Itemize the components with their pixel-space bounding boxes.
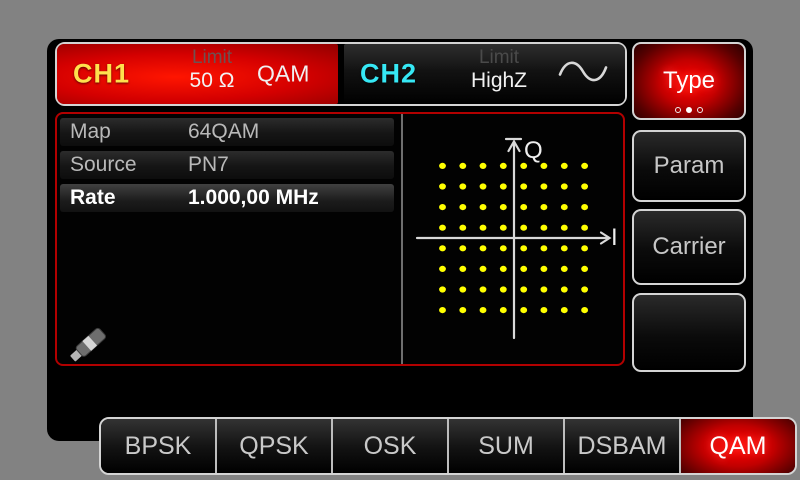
param-label: Map <box>60 120 188 144</box>
tab-bpsk[interactable]: BPSK <box>101 419 215 473</box>
page-indicator <box>634 107 744 113</box>
ch1-limit-value: 50 Ω <box>153 69 271 93</box>
i-axis-label: I <box>611 224 618 251</box>
param-value: PN7 <box>188 153 394 177</box>
page-indicator-dot <box>675 107 681 113</box>
softkey-param[interactable]: Param <box>632 130 746 202</box>
tab-label: DSBAM <box>578 432 667 461</box>
ch2-status[interactable]: CH2 Limit HighZ <box>344 44 625 104</box>
tab-qpsk[interactable]: QPSK <box>215 419 331 473</box>
ch1-limit-block: Limit 50 Ω <box>153 47 271 93</box>
ch2-limit-label: Limit <box>440 47 558 69</box>
param-value: 1.000,00 MHz <box>188 186 394 210</box>
modulation-panel: Map 64QAM Source PN7 Rate 1.000,00 MHz <box>55 112 625 366</box>
ch2-limit-value: HighZ <box>440 69 558 93</box>
tab-label: QAM <box>710 432 767 461</box>
panel-divider <box>401 114 403 364</box>
softkey-label: Param <box>654 152 725 180</box>
constellation-plot: Q I <box>405 114 625 364</box>
tab-label: SUM <box>478 432 534 461</box>
softkey-label: Type <box>663 67 715 95</box>
parameter-list: Map 64QAM Source PN7 Rate 1.000,00 MHz <box>60 118 394 217</box>
tab-label: QPSK <box>239 432 308 461</box>
softkey-type[interactable]: Type <box>632 42 746 120</box>
tab-qam[interactable]: QAM <box>679 419 795 473</box>
tab-osk[interactable]: OSK <box>331 419 447 473</box>
param-row-rate[interactable]: Rate 1.000,00 MHz <box>60 184 394 212</box>
ch1-status[interactable]: CH1 Limit 50 Ω QAM <box>57 44 338 104</box>
modulation-tab-bar: BPSK QPSK OSK SUM DSBAM QAM <box>99 417 797 475</box>
softkey-blank[interactable] <box>632 293 746 372</box>
param-row-map[interactable]: Map 64QAM <box>60 118 394 146</box>
ch1-limit-label: Limit <box>153 47 271 69</box>
q-axis-label: Q <box>524 137 543 164</box>
param-value: 64QAM <box>188 120 394 144</box>
softkey-label: Carrier <box>652 233 725 261</box>
iq-axes <box>417 139 610 338</box>
page-indicator-dot <box>697 107 703 113</box>
ch2-limit-block: Limit HighZ <box>440 47 558 93</box>
param-label: Source <box>60 153 188 177</box>
channel-status-bar: CH1 Limit 50 Ω QAM CH2 Limit HighZ <box>55 42 627 106</box>
tab-label: OSK <box>364 432 417 461</box>
tab-dsbam[interactable]: DSBAM <box>563 419 679 473</box>
sine-wave-icon <box>557 57 609 92</box>
softkey-carrier[interactable]: Carrier <box>632 209 746 285</box>
param-row-source[interactable]: Source PN7 <box>60 151 394 179</box>
ch1-label: CH1 <box>73 59 130 90</box>
tab-label: BPSK <box>125 432 192 461</box>
device-photo-background: CH1 Limit 50 Ω QAM CH2 Limit HighZ <box>0 0 800 480</box>
ch1-mode-value: QAM <box>257 61 309 88</box>
tab-sum[interactable]: SUM <box>447 419 563 473</box>
page-indicator-dot <box>686 107 692 113</box>
ch2-label: CH2 <box>360 59 417 90</box>
usb-drive-icon <box>62 318 114 372</box>
param-label: Rate <box>60 186 188 210</box>
